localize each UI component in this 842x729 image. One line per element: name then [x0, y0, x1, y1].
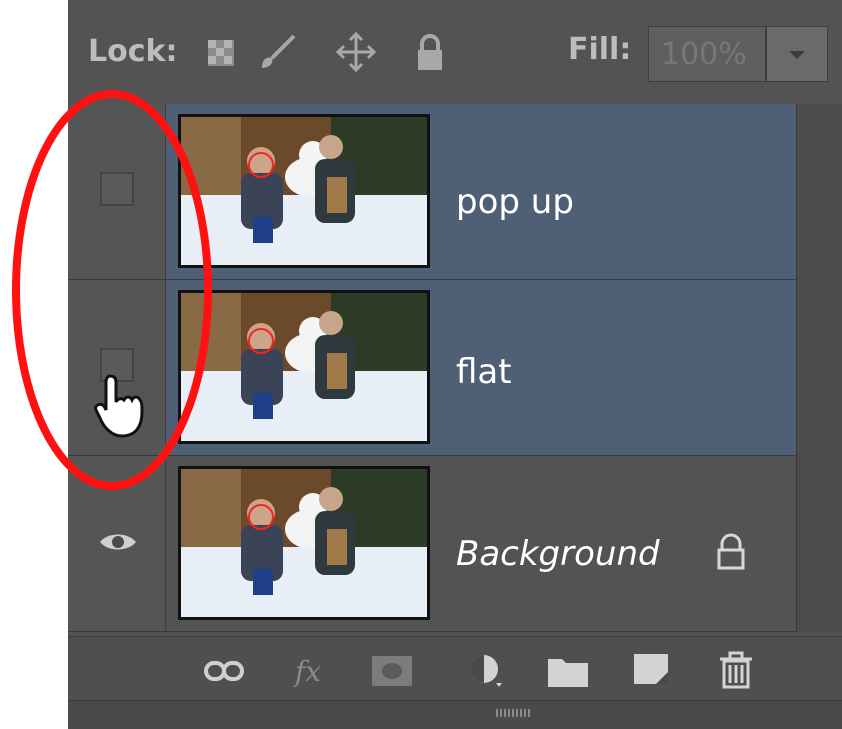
- link-layers-icon[interactable]: [202, 649, 246, 693]
- layers-scrollbar[interactable]: [796, 104, 842, 632]
- resize-grip-icon[interactable]: [496, 709, 530, 717]
- eye-icon[interactable]: [98, 530, 138, 554]
- new-layer-icon[interactable]: [632, 649, 676, 693]
- layers-list: pop up flat Background: [68, 104, 798, 632]
- visibility-toggle[interactable]: [68, 456, 166, 631]
- adjustment-layer-icon[interactable]: [464, 649, 508, 693]
- layer-row-background[interactable]: Background: [68, 456, 798, 632]
- layer-thumbnail[interactable]: [178, 290, 430, 444]
- fill-dropdown-button[interactable]: [766, 26, 828, 82]
- layer-style-fx-icon[interactable]: fx: [286, 649, 330, 693]
- lock-all-icon[interactable]: [408, 30, 452, 74]
- lock-image-pixels-brush-icon[interactable]: [256, 30, 300, 74]
- layer-row-pop-up[interactable]: pop up: [68, 104, 798, 280]
- layer-row-flat[interactable]: flat: [68, 280, 798, 456]
- layer-lock-icon: [717, 533, 745, 570]
- layer-name[interactable]: Background: [456, 534, 660, 574]
- layer-mask-icon[interactable]: [370, 649, 414, 693]
- layer-thumbnail[interactable]: [178, 114, 430, 268]
- lock-label: Lock:: [88, 34, 178, 69]
- fx-label: fx: [294, 654, 322, 688]
- lock-position-move-icon[interactable]: [334, 30, 378, 74]
- hand-pointer-cursor-icon: [94, 374, 144, 438]
- layer-name[interactable]: flat: [456, 352, 512, 392]
- layer-thumbnail[interactable]: [178, 466, 430, 620]
- delete-layer-trash-icon[interactable]: [714, 649, 758, 693]
- visibility-off-box[interactable]: [100, 172, 134, 206]
- lock-transparent-pixels-icon[interactable]: [202, 30, 246, 74]
- fill-opacity-input[interactable]: 100%: [648, 26, 766, 82]
- panel-resize-bar[interactable]: [68, 700, 842, 729]
- layers-toolbar: fx: [68, 636, 842, 703]
- layer-name[interactable]: pop up: [456, 182, 574, 222]
- new-group-folder-icon[interactable]: [546, 649, 590, 693]
- fill-label: Fill:: [568, 32, 632, 67]
- visibility-toggle[interactable]: [68, 104, 166, 279]
